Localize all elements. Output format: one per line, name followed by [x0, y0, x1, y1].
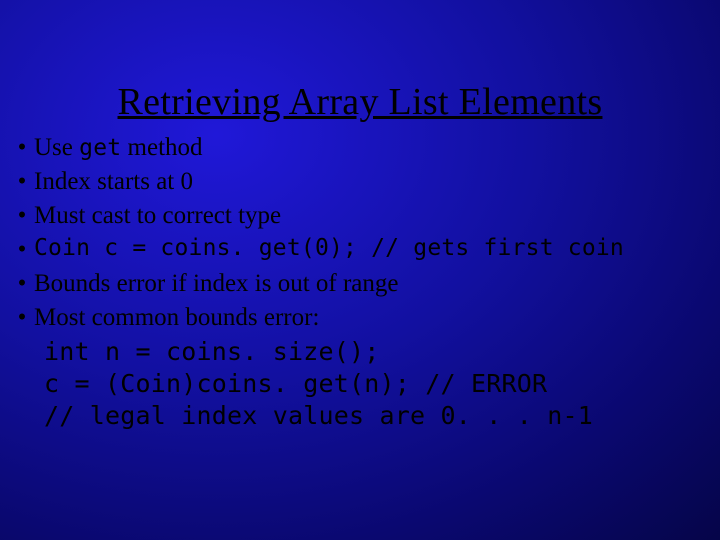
bullet-text: Most common bounds error:	[34, 302, 720, 334]
bullet-dot-icon: •	[10, 302, 34, 334]
inline-code: get	[79, 135, 121, 161]
bullet-text: Index starts at 0	[34, 166, 720, 198]
bullet-dot-icon: •	[10, 268, 34, 300]
bullet-text: Must cast to correct type	[34, 200, 720, 232]
bullet-item: • Coin c = coins. get(0); // gets first …	[10, 234, 720, 266]
bullet-text: Bounds error if index is out of range	[34, 268, 720, 300]
bullet-item: • Use get method	[10, 132, 720, 164]
bullet-dot-icon: •	[10, 166, 34, 198]
code-line: // legal index values are 0. . . n-1	[10, 400, 720, 432]
bullet-item: • Most common bounds error:	[10, 302, 720, 334]
code-line: c = (Coin)coins. get(n); // ERROR	[10, 368, 720, 400]
bullet-text: Use get method	[34, 132, 720, 164]
bullet-dot-icon: •	[10, 234, 34, 266]
slide-title: Retrieving Array List Elements	[0, 0, 720, 132]
bullet-list: • Use get method • Index starts at 0 • M…	[0, 132, 720, 432]
bullet-item: • Must cast to correct type	[10, 200, 720, 232]
bullet-item: • Index starts at 0	[10, 166, 720, 198]
code-line: int n = coins. size();	[10, 336, 720, 368]
slide: Retrieving Array List Elements • Use get…	[0, 0, 720, 540]
code-line: Coin c = coins. get(0); // gets first co…	[34, 234, 720, 263]
bullet-dot-icon: •	[10, 132, 34, 164]
bullet-item: • Bounds error if index is out of range	[10, 268, 720, 300]
bullet-dot-icon: •	[10, 200, 34, 232]
